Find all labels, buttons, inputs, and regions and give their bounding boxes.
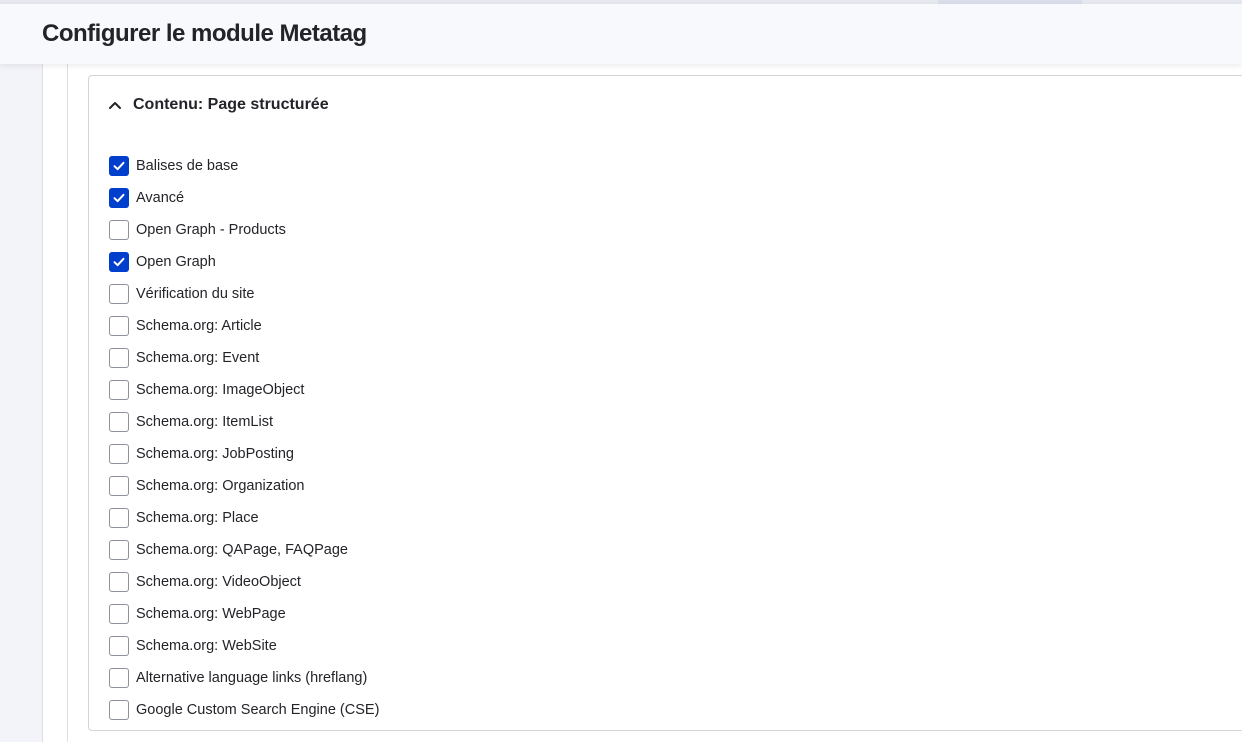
checkbox-label: Schema.org: JobPosting xyxy=(136,446,294,462)
form-indent-divider xyxy=(67,64,68,742)
section-summary-toggle[interactable]: Contenu: Page structurée xyxy=(107,93,329,117)
checkbox-label: Schema.org: Organization xyxy=(136,478,305,494)
checkbox-unchecked[interactable] xyxy=(109,508,129,528)
checkbox-unchecked[interactable] xyxy=(109,220,129,240)
checkbox-unchecked[interactable] xyxy=(109,444,129,464)
chevron-up-icon xyxy=(107,97,123,113)
checkbox-label: Open Graph - Products xyxy=(136,222,286,238)
checkbox-option[interactable]: Avancé xyxy=(109,182,379,214)
checkbox-unchecked[interactable] xyxy=(109,540,129,560)
checkbox-label: Schema.org: ImageObject xyxy=(136,382,305,398)
checkbox-label: Balises de base xyxy=(136,158,239,174)
checkbox-unchecked[interactable] xyxy=(109,476,129,496)
checkbox-label: Schema.org: Article xyxy=(136,318,262,334)
checkbox-unchecked[interactable] xyxy=(109,380,129,400)
checkbox-option[interactable]: Schema.org: VideoObject xyxy=(109,566,379,598)
checkbox-option[interactable]: Open Graph - Products xyxy=(109,214,379,246)
checkbox-option[interactable]: Open Graph xyxy=(109,246,379,278)
checkbox-unchecked[interactable] xyxy=(109,668,129,688)
section-summary-label: Contenu: Page structurée xyxy=(133,96,329,113)
checkbox-option[interactable]: Balises de base xyxy=(109,150,379,182)
checkbox-label: Schema.org: WebSite xyxy=(136,638,277,654)
checkbox-label: Schema.org: QAPage, FAQPage xyxy=(136,542,348,558)
checkbox-unchecked[interactable] xyxy=(109,572,129,592)
checkbox-option[interactable]: Schema.org: Place xyxy=(109,502,379,534)
checkbox-label: Schema.org: Event xyxy=(136,350,260,366)
checkbox-label: Open Graph xyxy=(136,254,216,270)
checkbox-option[interactable]: Vérification du site xyxy=(109,278,379,310)
page-title: Configurer le module Metatag xyxy=(42,20,367,47)
checkbox-unchecked[interactable] xyxy=(109,700,129,720)
checkbox-label: Schema.org: ItemList xyxy=(136,414,273,430)
checkbox-option[interactable]: Schema.org: Event xyxy=(109,342,379,374)
checkmark-icon xyxy=(113,193,125,203)
checkbox-option[interactable]: Schema.org: WebPage xyxy=(109,598,379,630)
page-header: Configurer le module Metatag xyxy=(0,4,1242,64)
checkmark-icon xyxy=(113,257,125,267)
checkbox-option[interactable]: Schema.org: ItemList xyxy=(109,406,379,438)
checkbox-unchecked[interactable] xyxy=(109,348,129,368)
checkbox-unchecked[interactable] xyxy=(109,316,129,336)
checkmark-icon xyxy=(113,161,125,171)
checkbox-unchecked[interactable] xyxy=(109,412,129,432)
checkbox-label: Schema.org: WebPage xyxy=(136,606,286,622)
checkbox-option[interactable]: Schema.org: WebSite xyxy=(109,630,379,662)
checkbox-unchecked[interactable] xyxy=(109,604,129,624)
checkbox-option[interactable]: Schema.org: QAPage, FAQPage xyxy=(109,534,379,566)
checkbox-label: Avancé xyxy=(136,190,185,206)
checkbox-label: Schema.org: Place xyxy=(136,510,259,526)
checkbox-option[interactable]: Schema.org: Article xyxy=(109,310,379,342)
checkbox-checked[interactable] xyxy=(109,252,129,272)
checkbox-unchecked[interactable] xyxy=(109,284,129,304)
checkbox-label: Google Custom Search Engine (CSE) xyxy=(136,702,380,718)
checkbox-option[interactable]: Alternative language links (hreflang) xyxy=(109,662,379,694)
checkbox-label: Vérification du site xyxy=(136,286,255,302)
checkbox-label: Schema.org: VideoObject xyxy=(136,574,301,590)
checkbox-option[interactable]: Schema.org: JobPosting xyxy=(109,438,379,470)
checkbox-checked[interactable] xyxy=(109,188,129,208)
checkbox-checked[interactable] xyxy=(109,156,129,176)
checkbox-option[interactable]: Schema.org: Organization xyxy=(109,470,379,502)
checkbox-option[interactable]: Schema.org: ImageObject xyxy=(109,374,379,406)
checkbox-option[interactable]: Google Custom Search Engine (CSE) xyxy=(109,694,379,726)
checkbox-unchecked[interactable] xyxy=(109,636,129,656)
checkbox-label: Alternative language links (hreflang) xyxy=(136,670,368,686)
checkbox-list: Balises de base Avancé Open Graph - Produc… xyxy=(109,150,379,726)
details-section-page-structuree: Contenu: Page structurée Balises de base… xyxy=(88,75,1242,731)
